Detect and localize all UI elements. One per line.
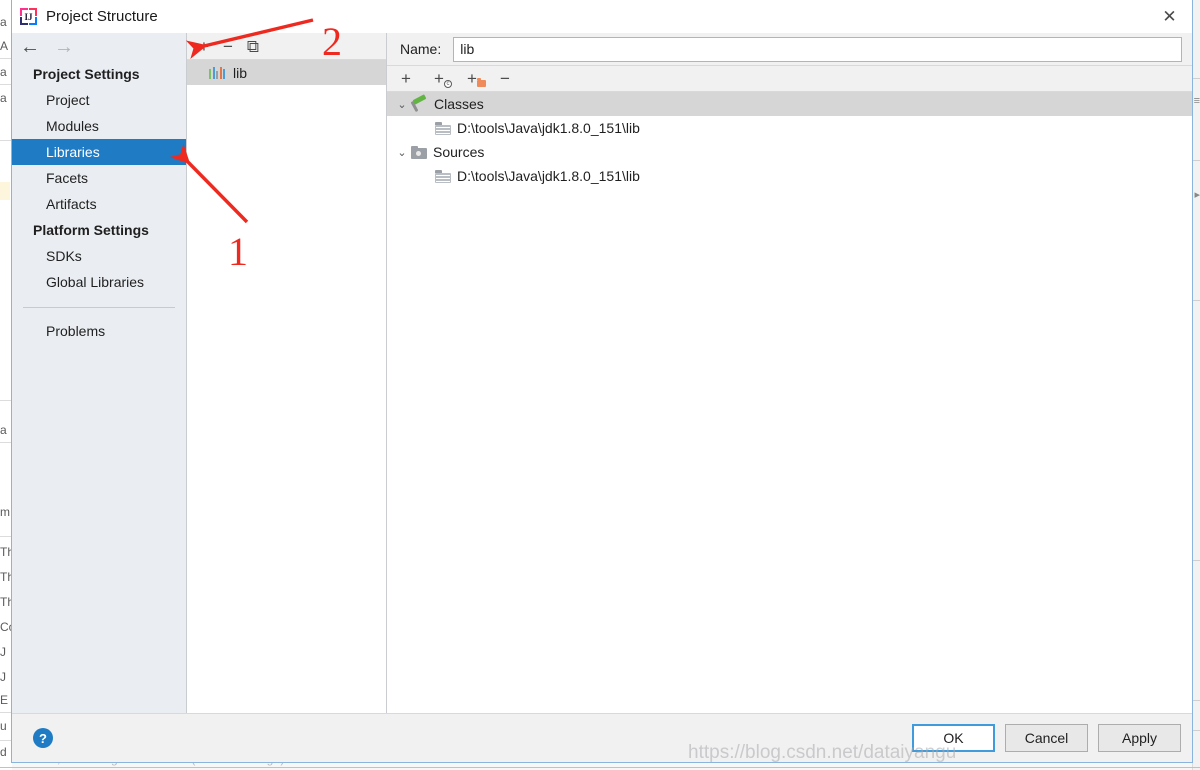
dialog-footer: ? OK Cancel Apply: [12, 713, 1192, 762]
add-button[interactable]: +: [401, 70, 418, 87]
sidebar-group-platform-settings: Platform Settings: [33, 222, 149, 238]
background-glyph: m: [0, 505, 10, 519]
sidebar-item-project[interactable]: Project: [12, 87, 186, 113]
libraries-toolbar: + − ⧉: [187, 33, 386, 60]
forward-arrow-icon[interactable]: →: [54, 37, 74, 57]
tree-item-sources-path[interactable]: D:\tools\Java\jdk1.8.0_151\lib: [387, 164, 1192, 188]
list-item[interactable]: lib: [187, 60, 386, 85]
library-roots-tree: ⌄ Classes D:\tools\Java\jdk1.8.0_151\lib…: [387, 92, 1192, 713]
archive-folder-icon: [435, 169, 451, 183]
remove-library-button[interactable]: −: [223, 38, 233, 55]
background-glyph: a: [0, 91, 7, 105]
close-icon[interactable]: ✕: [1147, 0, 1192, 33]
folder-icon: [411, 145, 427, 159]
sidebar-item-problems[interactable]: Problems: [12, 318, 186, 344]
sidebar-divider: [23, 307, 175, 308]
tree-group-classes[interactable]: ⌄ Classes: [387, 92, 1192, 116]
background-rule: [1192, 560, 1200, 561]
archive-folder-icon: [435, 121, 451, 135]
background-glyph: d: [0, 745, 7, 759]
sidebar-item-artifacts[interactable]: Artifacts: [12, 191, 186, 217]
add-library-button[interactable]: +: [199, 38, 209, 55]
background-glyph: u: [0, 719, 7, 733]
tree-item-label: D:\tools\Java\jdk1.8.0_151\lib: [457, 120, 640, 136]
library-details-panel: Name: + + c + −: [387, 33, 1192, 713]
list-item-label: lib: [233, 64, 248, 81]
name-input[interactable]: [453, 36, 1182, 62]
chevron-down-icon[interactable]: ⌄: [393, 98, 411, 111]
tree-item-classes-path[interactable]: D:\tools\Java\jdk1.8.0_151\lib: [387, 116, 1192, 140]
background-rule: [1192, 700, 1200, 701]
ok-button[interactable]: OK: [912, 724, 995, 752]
annotation-number-1: 1: [228, 229, 248, 274]
apply-button[interactable]: Apply: [1098, 724, 1181, 752]
background-glyph: a: [0, 65, 7, 79]
settings-sidebar: ← → Project Settings Project Modules Lib…: [12, 33, 187, 713]
logo-letter: IJ: [22, 10, 35, 23]
dialog-title: Project Structure: [46, 8, 158, 25]
folder-badge-icon: [477, 78, 486, 87]
background-glyph: ▸: [1194, 189, 1200, 201]
class-badge-icon: c: [444, 80, 452, 88]
roots-toolbar: + + c + −: [387, 66, 1192, 92]
background-rule: [1192, 300, 1200, 301]
chevron-down-icon[interactable]: ⌄: [393, 146, 411, 159]
name-label: Name:: [400, 41, 442, 57]
background-glyph: E: [0, 693, 9, 707]
background-rule: [1192, 78, 1200, 79]
background-glyph: J: [0, 670, 6, 684]
sidebar-item-global-libraries[interactable]: Global Libraries: [12, 269, 186, 295]
dialog-button-group: OK Cancel Apply: [912, 724, 1181, 752]
background-glyph: a: [0, 15, 7, 29]
cancel-button[interactable]: Cancel: [1005, 724, 1088, 752]
name-row: Name:: [387, 33, 1192, 66]
add-sources-button[interactable]: +: [467, 70, 486, 87]
annotation-number-2: 2: [322, 19, 342, 64]
sidebar-item-libraries[interactable]: Libraries: [12, 139, 186, 165]
remove-button[interactable]: −: [500, 70, 517, 87]
copy-library-button[interactable]: ⧉: [247, 38, 259, 55]
sidebar-item-modules[interactable]: Modules: [12, 113, 186, 139]
background-right-strip: ≡ ▸: [1192, 0, 1200, 770]
tree-group-label: Classes: [434, 96, 484, 112]
help-button[interactable]: ?: [33, 728, 53, 748]
back-arrow-icon[interactable]: ←: [20, 37, 40, 57]
sidebar-group-project-settings: Project Settings: [33, 66, 140, 82]
background-glyph: a: [0, 423, 7, 437]
sidebar-item-facets[interactable]: Facets: [12, 165, 186, 191]
background-rule: [1192, 730, 1200, 731]
tree-group-sources[interactable]: ⌄ Sources: [387, 140, 1192, 164]
add-classes-button[interactable]: + c: [434, 70, 452, 88]
background-glyph: J: [0, 645, 6, 659]
dialog-body: ← → Project Settings Project Modules Lib…: [12, 33, 1192, 713]
project-structure-dialog: IJ Project Structure ✕ ← → Project Setti…: [11, 0, 1193, 763]
background-rule: [1192, 160, 1200, 161]
tree-item-label: D:\tools\Java\jdk1.8.0_151\lib: [457, 168, 640, 184]
background-glyph: A: [0, 39, 9, 53]
background-status-rule: [0, 767, 1200, 768]
sidebar-nav: ← →: [12, 33, 186, 61]
tree-group-label: Sources: [433, 144, 485, 160]
background-glyph: ≡: [1193, 95, 1200, 107]
library-bars-icon: [209, 66, 225, 79]
background-selection: [0, 182, 10, 200]
libraries-list-panel: + − ⧉ lib: [187, 33, 387, 713]
dialog-titlebar: IJ Project Structure ✕: [12, 0, 1192, 33]
sidebar-item-sdks[interactable]: SDKs: [12, 243, 186, 269]
hammer-icon: [410, 93, 428, 112]
intellij-idea-logo-icon: IJ: [20, 8, 37, 25]
